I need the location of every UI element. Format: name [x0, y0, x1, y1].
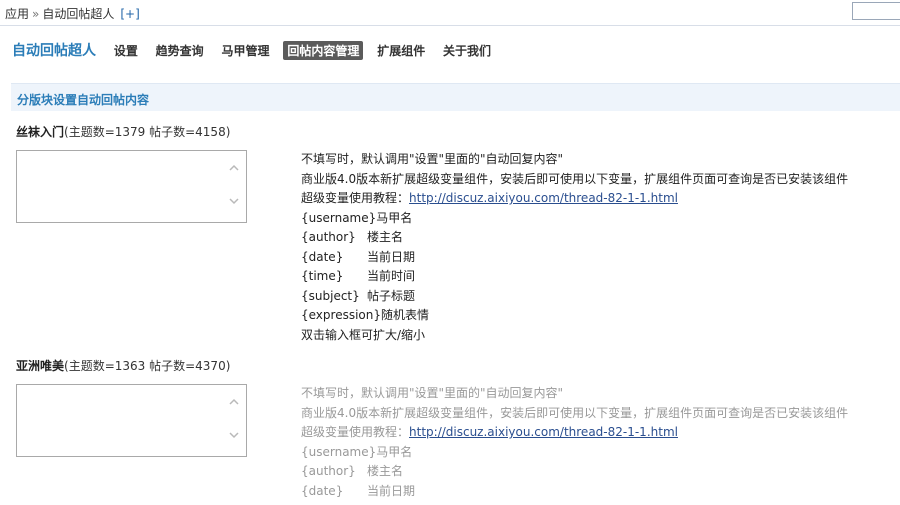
var-desc: 当前日期: [367, 483, 416, 498]
forum-stats: (主题数=1363 帖子数=4370): [64, 359, 231, 373]
help-footer: 双击输入框可扩大/缩小: [301, 327, 426, 342]
nav-item-reply-content[interactable]: 回帖内容管理: [283, 40, 364, 60]
top-bar: 应用» 自动回帖超人 [+]: [0, 0, 900, 26]
var-tag: {username}: [301, 210, 377, 225]
chevron-up-icon[interactable]: [229, 397, 239, 407]
var-tag: {subject}: [301, 288, 360, 303]
nav-item-vest-management[interactable]: 马甲管理: [218, 41, 274, 60]
forum-label: 亚洲唯美(主题数=1363 帖子数=4370): [16, 357, 230, 374]
nav-item-settings[interactable]: 设置: [110, 41, 142, 60]
var-tag: {expression}: [301, 308, 381, 322]
help-var-row: {username}马甲名: [301, 209, 848, 229]
help-tutorial-label: 超级变量使用教程：: [301, 191, 410, 205]
add-shortcut-button[interactable]: [+]: [120, 7, 139, 21]
help-var-row: {author} 楼主名: [301, 462, 848, 482]
forum-label: 丝袜入门(主题数=1379 帖子数=4158): [16, 123, 230, 140]
var-desc: 当前日期: [367, 249, 416, 264]
forum-name: 亚洲唯美: [16, 359, 65, 373]
help-var-row: {date} 当前日期: [301, 482, 848, 502]
help-tutorial: 超级变量使用教程：http://discuz.aixiyou.com/threa…: [301, 423, 848, 443]
nav-item-trend-query[interactable]: 趋势查询: [152, 41, 208, 60]
section-header: 分版块设置自动回帖内容: [11, 83, 900, 111]
help-var-row: {subject} 帖子标题: [301, 287, 848, 307]
chevron-down-icon[interactable]: [229, 430, 239, 440]
help-var-row: {date} 当前日期: [301, 248, 848, 268]
var-tag: {author}: [301, 230, 356, 244]
nav-item-extensions[interactable]: 扩展组件: [373, 41, 429, 60]
help-var-row: {author} 楼主名: [301, 228, 848, 248]
var-desc: 楼主名: [367, 230, 404, 244]
var-desc: 楼主名: [367, 464, 404, 478]
tutorial-link[interactable]: http://discuz.aixiyou.com/thread-82-1-1.…: [409, 425, 678, 439]
help-var-row: {username}马甲名: [301, 443, 848, 463]
help-var-row: {expression}随机表情: [301, 306, 848, 326]
forum-name: 丝袜入门: [16, 125, 65, 139]
var-tag: {date}: [301, 249, 344, 264]
forum-stats: (主题数=1379 帖子数=4158): [64, 125, 231, 139]
breadcrumb-separator: »: [32, 7, 40, 21]
plugin-nav: 自动回帖超人 设置 趋势查询 马甲管理 回帖内容管理 扩展组件 关于我们: [12, 40, 501, 60]
var-desc: 当前时间: [367, 269, 416, 283]
var-desc: 随机表情: [381, 308, 430, 322]
top-search-input[interactable]: [852, 2, 900, 20]
breadcrumb-current[interactable]: 自动回帖超人: [42, 7, 114, 21]
reply-content-textarea[interactable]: [16, 384, 247, 457]
help-var-row: {time} 当前时间: [301, 267, 848, 287]
help-text: 不填写时，默认调用"设置"里面的"自动回复内容" 商业版4.0版本新扩展超级变量…: [301, 150, 848, 345]
reply-content-textarea[interactable]: [16, 150, 247, 223]
var-desc: 马甲名: [376, 444, 413, 459]
var-desc: 马甲名: [376, 210, 413, 225]
help-default-note: 不填写时，默认调用"设置"里面的"自动回复内容": [301, 386, 564, 400]
help-default-note: 不填写时，默认调用"设置"里面的"自动回复内容": [301, 152, 564, 166]
help-extension-note: 商业版4.0版本新扩展超级变量组件，安装后即可使用以下变量，扩展组件页面可查询是…: [301, 405, 849, 420]
tutorial-link[interactable]: http://discuz.aixiyou.com/thread-82-1-1.…: [409, 191, 678, 205]
breadcrumb-root[interactable]: 应用: [5, 7, 29, 21]
help-extension-note: 商业版4.0版本新扩展超级变量组件，安装后即可使用以下变量，扩展组件页面可查询是…: [301, 171, 849, 186]
var-desc: 帖子标题: [367, 288, 416, 303]
chevron-down-icon[interactable]: [229, 196, 239, 206]
chevron-up-icon[interactable]: [229, 163, 239, 173]
help-tutorial: 超级变量使用教程：http://discuz.aixiyou.com/threa…: [301, 189, 848, 209]
app-title: 自动回帖超人: [12, 43, 96, 59]
breadcrumb: 应用» 自动回帖超人 [+]: [5, 5, 140, 22]
help-text: 不填写时，默认调用"设置"里面的"自动回复内容" 商业版4.0版本新扩展超级变量…: [301, 384, 848, 501]
var-tag: {username}: [301, 444, 377, 459]
section-title: 分版块设置自动回帖内容: [17, 93, 150, 107]
help-tutorial-label: 超级变量使用教程：: [301, 425, 410, 439]
nav-item-about-us[interactable]: 关于我们: [439, 41, 495, 60]
var-tag: {author}: [301, 464, 356, 478]
var-tag: {time}: [301, 269, 344, 283]
var-tag: {date}: [301, 483, 344, 498]
